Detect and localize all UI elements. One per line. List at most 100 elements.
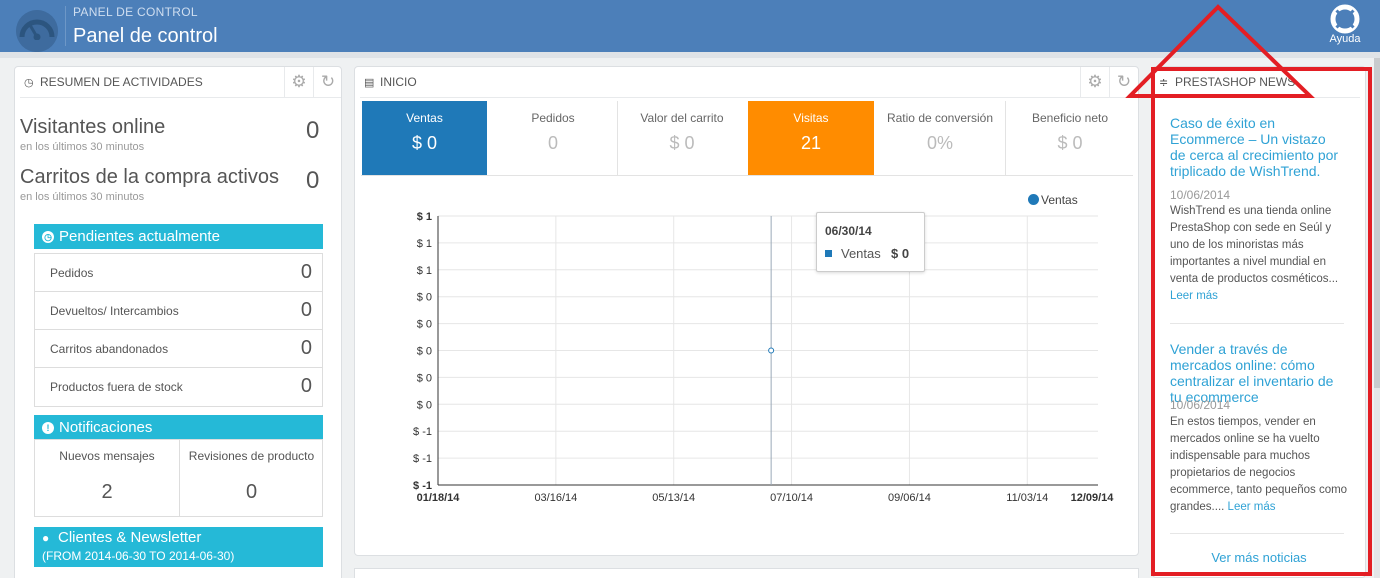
y-tick-label: $ -1 xyxy=(413,426,432,438)
online-visitors-sub: en los últimos 30 minutos xyxy=(20,141,145,153)
kpi-pedidos[interactable]: Pedidos 0 xyxy=(489,101,617,175)
kpi-value: 21 xyxy=(800,133,822,153)
activity-refresh-button[interactable]: ↻ xyxy=(313,67,342,97)
kpi-net-profit[interactable]: Beneficio neto $ 0 xyxy=(1006,101,1134,175)
kpi-bottom-border xyxy=(361,175,1133,176)
y-tick-label: $ 0 xyxy=(417,292,432,304)
pending-item-label: Carritos abandonados xyxy=(50,342,169,356)
notifications-section-header: ! Notificaciones xyxy=(34,415,323,440)
pending-item-value: 0 xyxy=(300,337,312,359)
kpi-label: Ventas xyxy=(406,111,443,125)
inicio-panel-header: ▤ INICIO xyxy=(360,67,1138,98)
pending-section-header: ◷ Pendientes actualmente xyxy=(34,224,323,249)
online-visitors: Visitantes online en los últimos 30 minu… xyxy=(20,116,165,153)
activity-title: RESUMEN DE ACTIVIDADES xyxy=(40,75,203,89)
page-title: Panel de control xyxy=(73,25,218,47)
kpi-value: 0% xyxy=(926,133,953,153)
highlight-arrow xyxy=(1125,4,1315,98)
scrollbar-thumb[interactable] xyxy=(1374,58,1380,388)
highlight-box xyxy=(1151,67,1372,576)
y-tick-label: $ 1 xyxy=(417,265,432,277)
kpi-label: Valor del carrito xyxy=(640,111,724,125)
kpi-label: Ratio de conversión xyxy=(886,111,994,125)
activity-settings-button[interactable]: ⚙ xyxy=(284,67,313,97)
y-tick-label: $ 0 xyxy=(417,372,432,384)
product-reviews-value: 0 xyxy=(245,481,258,503)
header-divider xyxy=(65,6,66,46)
kpi-ventas[interactable]: Ventas $ 0 xyxy=(362,101,487,175)
kpi-value: $ 0 xyxy=(1057,133,1083,153)
y-tick-label: $ -1 xyxy=(413,480,432,492)
pending-item-value: 0 xyxy=(300,261,312,283)
y-tick-label: $ 1 xyxy=(417,211,432,223)
new-messages-label: Nuevos mensajes xyxy=(59,449,155,463)
pending-item-label: Productos fuera de stock xyxy=(50,380,183,394)
gear-icon: ⚙ xyxy=(291,72,307,91)
gear-icon: ⚙ xyxy=(1087,72,1103,91)
pending-item-value: 0 xyxy=(300,375,312,397)
inicio-title: INICIO xyxy=(380,75,417,89)
active-carts-label: Carritos de la compra activos xyxy=(20,166,279,188)
list-item[interactable]: Pedidos 0 xyxy=(35,254,322,292)
refresh-icon: ↻ xyxy=(320,72,336,91)
bar-chart-icon: ▤ xyxy=(364,76,375,89)
x-tick-label: 09/06/14 xyxy=(888,492,931,504)
kpi-label: Pedidos xyxy=(531,111,575,125)
y-tick-label: $ 0 xyxy=(417,346,432,358)
alert-icon: ! xyxy=(42,422,54,434)
user-icon: ● xyxy=(42,531,50,545)
list-item[interactable]: Productos fuera de stock 0 xyxy=(35,368,322,406)
list-item[interactable]: Carritos abandonados 0 xyxy=(35,330,322,368)
x-tick-label: 03/16/14 xyxy=(534,492,577,504)
kpi-label: Visitas xyxy=(793,111,829,125)
product-reviews[interactable]: Revisiones de producto 0 xyxy=(180,440,323,516)
lifebuoy-icon xyxy=(1330,4,1360,34)
clock-icon: ◷ xyxy=(42,231,54,243)
chart-tooltip: 06/30/14 Ventas $ 0 xyxy=(816,212,925,272)
x-tick-label: 11/03/14 xyxy=(1006,492,1048,504)
y-tick-label: $ -1 xyxy=(413,453,432,465)
dashboard-gauge-icon[interactable] xyxy=(16,10,58,52)
new-messages[interactable]: Nuevos mensajes 2 xyxy=(35,440,179,516)
new-messages-value: 2 xyxy=(101,481,113,503)
y-tick-label: $ 0 xyxy=(417,399,432,411)
x-tick-label: 12/09/14 xyxy=(1071,492,1115,504)
chart-legend[interactable]: Ventas xyxy=(1028,193,1078,207)
x-tick-label: 07/10/14 xyxy=(770,492,813,504)
product-reviews-label: Revisiones de producto xyxy=(188,449,315,463)
clients-section-header: ● Clientes & Newsletter (FROM 2014-06-30 … xyxy=(34,527,323,567)
clients-range: (FROM 2014-06-30 TO 2014-06-30) xyxy=(42,549,235,563)
notifications-box: Nuevos mensajes 2 Revisiones de producto… xyxy=(34,439,323,517)
y-tick-label: $ 0 xyxy=(417,319,432,331)
help-button[interactable]: Ayuda xyxy=(1322,4,1368,45)
kpi-label: Beneficio neto xyxy=(1031,111,1109,125)
kpi-value: $ 0 xyxy=(669,133,695,153)
pending-list: Pedidos 0 Devueltos/ Intercambios 0 Carr… xyxy=(34,253,323,407)
kpi-visitas[interactable]: Visitas 21 xyxy=(748,101,874,175)
legend-swatch xyxy=(1028,194,1039,205)
data-point xyxy=(768,347,775,354)
pending-item-label: Pedidos xyxy=(50,266,94,280)
list-item[interactable]: Devueltos/ Intercambios 0 xyxy=(35,292,322,330)
active-carts-sub: en los últimos 30 minutos xyxy=(20,191,145,203)
kpi-cart-value[interactable]: Valor del carrito $ 0 xyxy=(618,101,746,175)
inicio-settings-button[interactable]: ⚙ xyxy=(1080,67,1109,97)
x-tick-label: 01/18/14 xyxy=(417,492,461,504)
sales-line-chart[interactable]: $ 1$ 1$ 1$ 0$ 0$ 0$ 0$ 0$ -1$ -1$ -101/1… xyxy=(360,180,1130,510)
notifications-title: Notificaciones xyxy=(59,419,153,436)
kpi-value: 0 xyxy=(547,133,558,153)
active-carts: Carritos de la compra activos en los últ… xyxy=(20,166,279,203)
kpi-value: $ 0 xyxy=(411,133,438,153)
legend-label: Ventas xyxy=(1041,193,1078,207)
pending-item-value: 0 xyxy=(300,299,312,321)
pending-title: Pendientes actualmente xyxy=(59,228,220,245)
pending-item-label: Devueltos/ Intercambios xyxy=(50,304,179,318)
tooltip-series: Ventas xyxy=(841,246,881,261)
y-tick-label: $ 1 xyxy=(417,238,432,250)
tooltip-value: $ 0 xyxy=(891,246,910,261)
kpi-conversion[interactable]: Ratio de conversión 0% xyxy=(876,101,1004,175)
clock-icon: ◷ xyxy=(24,76,34,89)
clients-title: Clientes & Newsletter xyxy=(58,529,202,546)
breadcrumb[interactable]: PANEL DE CONTROL xyxy=(73,5,198,19)
tooltip-date: 06/30/14 xyxy=(825,224,872,238)
